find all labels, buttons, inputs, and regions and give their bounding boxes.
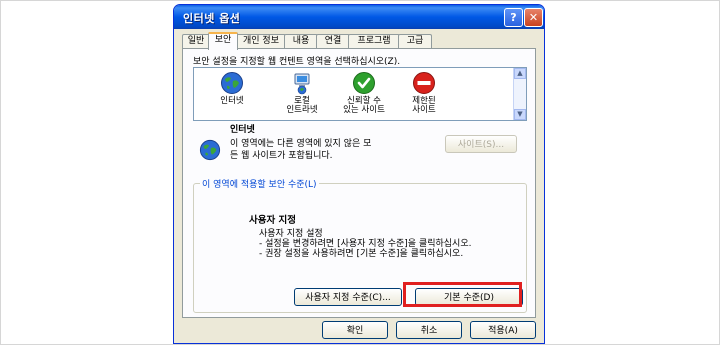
zone-label-trusted-2: 있는 사이트 xyxy=(343,105,385,115)
tab-privacy[interactable]: 개인 정보 xyxy=(236,34,286,48)
zone-trusted-sites[interactable]: 신뢰할 수 있는 사이트 xyxy=(334,71,394,115)
red-no-entry-icon xyxy=(413,72,435,94)
tab-general[interactable]: 일반 xyxy=(182,34,210,48)
close-button[interactable]: ✕ xyxy=(524,8,543,27)
zone-list-scrollbar[interactable]: ▲ ▼ xyxy=(513,68,526,120)
zone-internet[interactable]: 인터넷 xyxy=(202,71,262,106)
tab-programs[interactable]: 프로그램 xyxy=(348,34,400,48)
tab-connections[interactable]: 연결 xyxy=(316,34,350,48)
security-tab-panel: 보안 설정을 지정할 웹 컨텐트 영역을 선택하십시오(Z). 인터넷 로컬 인… xyxy=(182,48,536,318)
globe-icon xyxy=(199,139,221,161)
zone-label-intranet-2: 인트라넷 xyxy=(286,105,318,115)
tab-advanced[interactable]: 고급 xyxy=(398,34,432,48)
scroll-down-arrow-icon[interactable]: ▼ xyxy=(514,109,526,120)
zone-label-internet: 인터넷 xyxy=(220,96,244,106)
window-title: 인터넷 옵션 xyxy=(183,12,241,25)
zone-description-line-2: 든 웹 사이트가 포함됩니다. xyxy=(230,151,333,161)
sites-button[interactable]: 사이트(S)... xyxy=(445,135,517,153)
globe-icon xyxy=(221,72,243,94)
ok-button[interactable]: 확인 xyxy=(322,321,388,339)
zone-list[interactable]: 인터넷 로컬 인트라넷 신뢰할 수 있는 사이트 제한된 사이트 ▲ ▼ xyxy=(193,67,527,121)
security-level-line-3: - 권장 설정을 사용하려면 [기본 수준]을 클릭하십시오. xyxy=(259,249,464,259)
scroll-up-arrow-icon[interactable]: ▲ xyxy=(514,68,526,79)
zone-restricted-sites[interactable]: 제한된 사이트 xyxy=(394,71,454,115)
security-level-title: 사용자 지정 xyxy=(249,215,297,226)
title-bar[interactable]: 인터넷 옵션 ? ✕ xyxy=(174,5,544,29)
cancel-button[interactable]: 취소 xyxy=(396,321,462,339)
zone-label-restricted-2: 사이트 xyxy=(412,105,436,115)
tab-content[interactable]: 내용 xyxy=(284,34,318,48)
zone-local-intranet[interactable]: 로컬 인트라넷 xyxy=(272,71,332,115)
security-level-legend: 이 영역에 적용할 보안 수준(L) xyxy=(200,177,319,190)
apply-button[interactable]: 적용(A) xyxy=(470,321,536,339)
tab-security[interactable]: 보안 xyxy=(208,32,238,50)
highlight-box xyxy=(403,282,522,307)
zone-prompt: 보안 설정을 지정할 웹 컨텐트 영역을 선택하십시오(Z). xyxy=(193,57,401,67)
computer-network-icon xyxy=(294,73,310,95)
selected-zone-name: 인터넷 xyxy=(230,125,255,135)
custom-level-button[interactable]: 사용자 지정 수준(C)... xyxy=(294,288,402,306)
green-check-icon xyxy=(353,72,375,94)
help-button[interactable]: ? xyxy=(504,8,523,27)
